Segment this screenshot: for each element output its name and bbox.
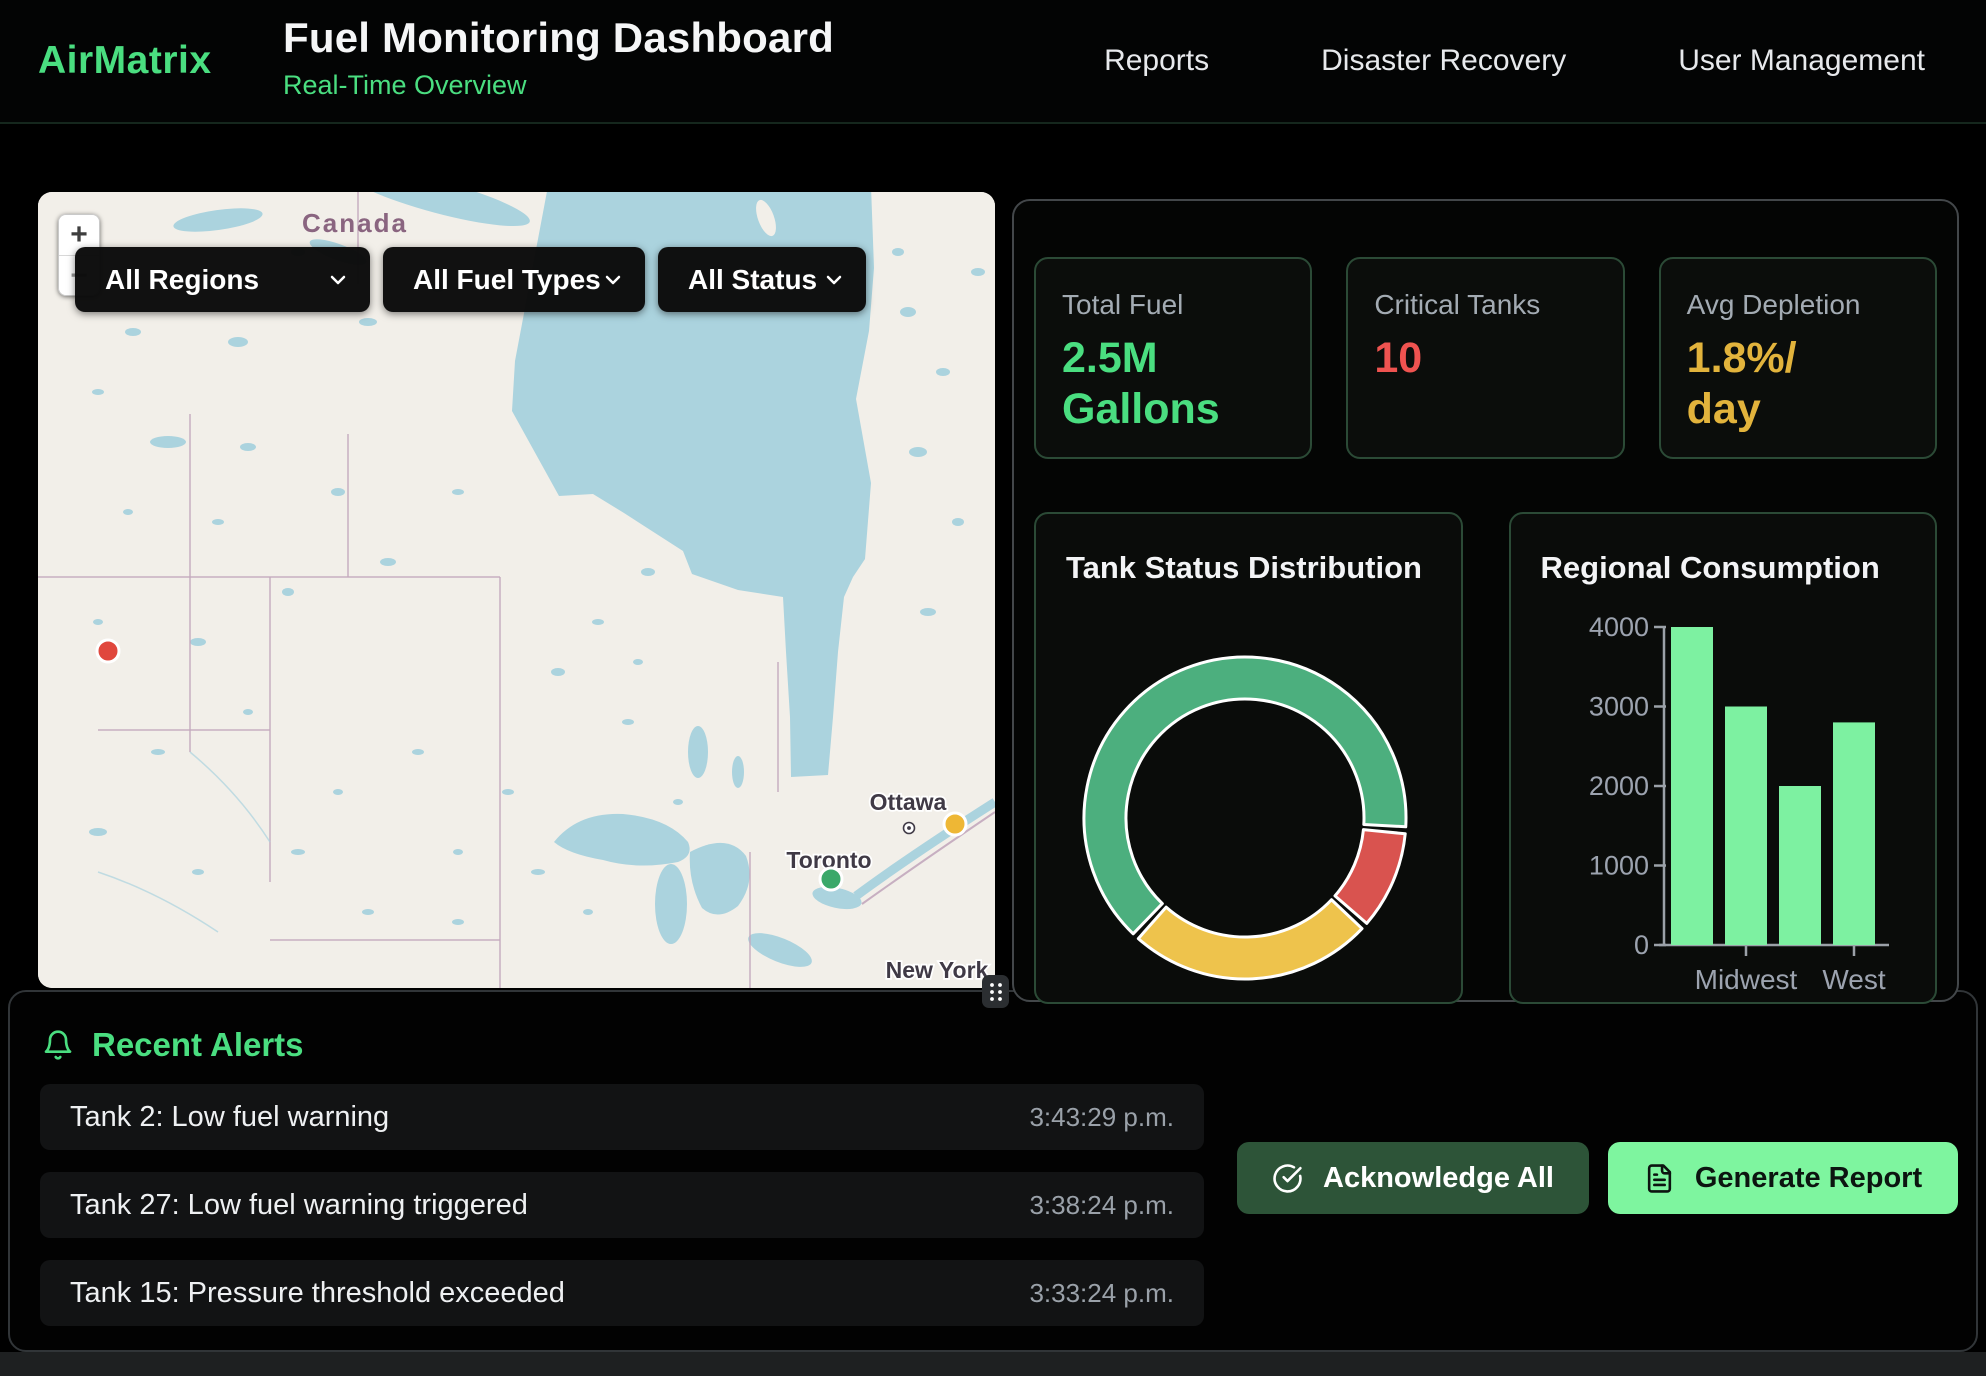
header: AirMatrix Fuel Monitoring Dashboard Real… (0, 0, 1986, 124)
stat-label: Critical Tanks (1374, 289, 1596, 321)
alert-message: Tank 15: Pressure threshold exceeded (70, 1277, 565, 1310)
nav-item-user-management[interactable]: User Management (1678, 44, 1925, 78)
filter-dropdown-all-regions[interactable]: All Regions (75, 247, 370, 312)
alert-row[interactable]: Tank 27: Low fuel warning triggered 3:38:… (40, 1172, 1204, 1238)
chart-title-regional-consumption: Regional Consumption (1541, 550, 1880, 586)
map-water-lake-michigan (655, 864, 687, 944)
donut-segment-critical[interactable] (1335, 830, 1405, 924)
filter-dropdown-all-fuel-types[interactable]: All Fuel Types (383, 247, 645, 312)
bar-3[interactable] (1833, 722, 1875, 945)
map-filters: All Regions All Fuel Types All Status (75, 247, 866, 312)
check-circle-icon (1272, 1163, 1303, 1194)
stat-label: Total Fuel (1062, 289, 1284, 321)
stat-value: 1.8%/ day (1687, 333, 1909, 434)
chevron-down-icon (601, 268, 625, 292)
stat-value: 10 (1374, 333, 1596, 384)
chevron-down-icon (326, 268, 350, 292)
map-label-ottawa: Ottawa (870, 789, 947, 815)
y-tick-label: 1000 (1588, 851, 1648, 881)
bar-chart-svg: 0 1000 2000 3000 4000 Midwest West (1511, 514, 1937, 1002)
metrics-panel: Total Fuel 2.5M Gallons Critical Tanks 10 Av… (1012, 199, 1959, 1002)
map-marker-critical[interactable] (97, 640, 119, 662)
bottom-strip (0, 1352, 1986, 1376)
file-text-icon (1644, 1163, 1675, 1194)
filter-selected-value: All Regions (105, 264, 259, 296)
filter-selected-value: All Status (688, 264, 817, 296)
map-panel[interactable]: CanadaOttawaTorontoNew York + − All Regi… (38, 192, 995, 988)
page-title: Fuel Monitoring Dashboard (283, 14, 834, 62)
donut-segment-warning[interactable] (1138, 900, 1362, 979)
x-tick-label-midwest: Midwest (1694, 964, 1797, 995)
y-tick-label: 3000 (1588, 692, 1648, 722)
stat-card-total-fuel: Total Fuel 2.5M Gallons (1034, 257, 1312, 459)
fuel-monitoring-dashboard: AirMatrix Fuel Monitoring Dashboard Real… (0, 0, 1986, 1376)
bar-2[interactable] (1779, 786, 1821, 945)
alerts-heading: Recent Alerts (42, 1026, 304, 1064)
doughnut-svg (1036, 514, 1462, 1002)
chart-title-tank-status: Tank Status Distribution (1066, 550, 1422, 586)
bar-1[interactable] (1725, 707, 1767, 946)
acknowledge-all-label: Acknowledge All (1323, 1162, 1554, 1195)
title-block: Fuel Monitoring Dashboard Real-Time Over… (283, 14, 834, 101)
alerts-heading-label: Recent Alerts (92, 1026, 304, 1064)
filter-selected-value: All Fuel Types (413, 264, 601, 296)
nav-item-reports[interactable]: Reports (1104, 44, 1209, 78)
page-subtitle: Real-Time Overview (283, 70, 834, 101)
nav-item-disaster-recovery[interactable]: Disaster Recovery (1321, 44, 1566, 78)
regional-consumption-bar-chart[interactable]: 0 1000 2000 3000 4000 Midwest West (1511, 514, 1936, 1002)
alert-timestamp: 3:33:24 p.m. (1029, 1278, 1174, 1309)
acknowledge-all-button[interactable]: Acknowledge All (1237, 1142, 1589, 1214)
alert-actions: Acknowledge All Generate Report (1237, 1142, 1958, 1214)
map-marker-warning[interactable] (944, 813, 966, 835)
map-label-canada: Canada (302, 208, 408, 238)
alert-message: Tank 2: Low fuel warning (70, 1101, 389, 1134)
alert-row[interactable]: Tank 2: Low fuel warning 3:43:29 p.m. (40, 1084, 1204, 1150)
map-marker-normal[interactable] (820, 868, 842, 890)
alert-row[interactable]: Tank 15: Pressure threshold exceeded 3:33… (40, 1260, 1204, 1326)
tank-status-donut-chart[interactable] (1036, 514, 1461, 1002)
generate-report-button[interactable]: Generate Report (1608, 1142, 1958, 1214)
charts-row: Tank Status Distribution 0 1000 2000 3000 40… (1034, 512, 1937, 1004)
x-tick-label-west: West (1822, 964, 1885, 995)
y-tick-label: 4000 (1588, 612, 1648, 642)
alert-timestamp: 3:43:29 p.m. (1029, 1102, 1174, 1133)
stat-value: 2.5M Gallons (1062, 333, 1284, 434)
filter-dropdown-all-status[interactable]: All Status (658, 247, 866, 312)
alert-message: Tank 27: Low fuel warning triggered (70, 1189, 528, 1222)
y-tick-label: 0 (1633, 930, 1648, 960)
stat-card-avg-depletion: Avg Depletion 1.8%/ day (1659, 257, 1937, 459)
chevron-down-icon (822, 268, 846, 292)
bell-icon (42, 1029, 74, 1061)
alert-timestamp: 3:38:24 p.m. (1029, 1190, 1174, 1221)
regional-consumption-card: 0 1000 2000 3000 4000 Midwest West Regional Co… (1509, 512, 1938, 1004)
stat-card-critical-tanks: Critical Tanks 10 (1346, 257, 1624, 459)
bar-0[interactable] (1671, 627, 1713, 945)
tank-status-card: Tank Status Distribution (1034, 512, 1463, 1004)
main-nav: Reports Disaster Recovery User Management (1104, 0, 1925, 122)
alerts-panel: Recent Alerts Tank 2: Low fuel warning 3:… (8, 990, 1978, 1352)
y-tick-label: 2000 (1588, 771, 1648, 801)
map-label-new-york: New York (886, 957, 989, 983)
generate-report-label: Generate Report (1695, 1162, 1922, 1195)
stats-row: Total Fuel 2.5M Gallons Critical Tanks 10 Av… (1034, 257, 1937, 459)
grip-dots-icon (987, 980, 1005, 1004)
stat-label: Avg Depletion (1687, 289, 1909, 321)
map-resize-handle[interactable] (982, 975, 1009, 1008)
brand-logo[interactable]: AirMatrix (38, 0, 212, 122)
